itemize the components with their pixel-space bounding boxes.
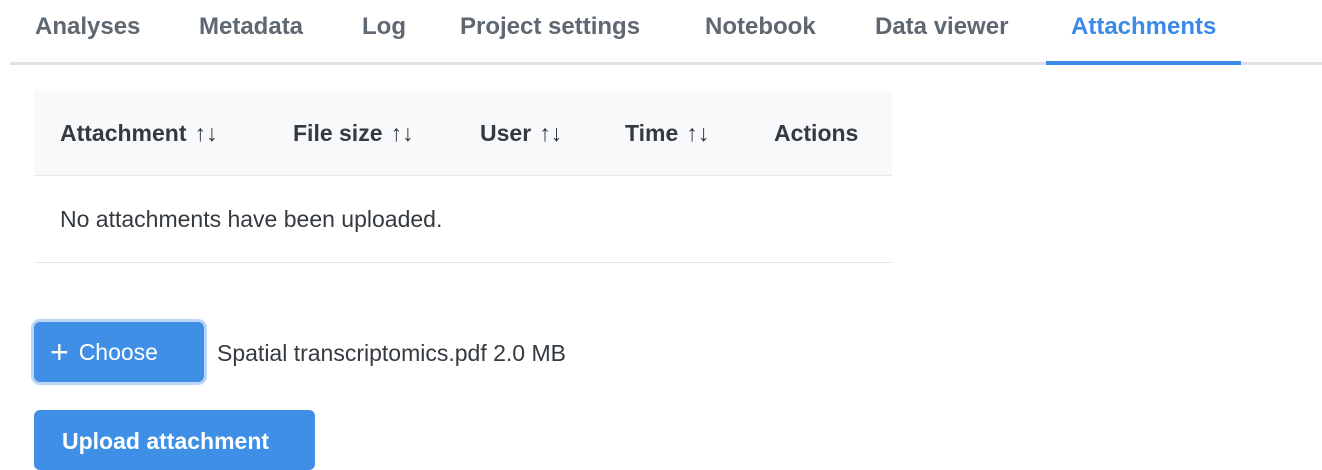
column-header-user[interactable]: User ↑↓ <box>480 120 562 147</box>
column-header-label: Time <box>625 120 679 146</box>
tab-project-settings[interactable]: Project settings <box>460 0 640 66</box>
column-header-label: Actions <box>774 120 859 146</box>
choose-file-button[interactable]: + Choose <box>34 322 204 382</box>
column-header-time[interactable]: Time ↑↓ <box>625 120 709 147</box>
plus-icon: + <box>50 334 69 370</box>
column-header-label: User <box>480 120 532 146</box>
selected-file-info: Spatial transcriptomics.pdf 2.0 MB <box>217 340 566 366</box>
column-header-label: Attachment <box>60 120 187 146</box>
column-header-actions: Actions <box>774 120 858 147</box>
tab-metadata[interactable]: Metadata <box>199 0 303 66</box>
column-header-file-size[interactable]: File size ↑↓ <box>293 120 413 147</box>
tab-attachments[interactable]: Attachments <box>1045 0 1242 66</box>
sort-icon[interactable]: ↑↓ <box>195 120 218 147</box>
upload-attachment-button[interactable]: Upload attachment <box>34 410 315 470</box>
sort-icon[interactable]: ↑↓ <box>390 120 413 147</box>
choose-file-label: Choose <box>78 338 158 365</box>
table-header: Attachment ↑↓ File size ↑↓ User ↑↓ Time ↑↓ A… <box>34 91 892 176</box>
tab-log[interactable]: Log <box>362 0 406 66</box>
tab-notebook[interactable]: Notebook <box>705 0 816 66</box>
tab-analyses[interactable]: Analyses <box>35 0 140 66</box>
sort-icon[interactable]: ↑↓ <box>686 120 709 147</box>
tab-bar: Analyses Metadata Log Project settings N… <box>0 0 1322 66</box>
attachments-table: Attachment ↑↓ File size ↑↓ User ↑↓ Time ↑↓ A… <box>34 91 892 263</box>
column-header-label: File size <box>293 120 383 146</box>
sort-icon[interactable]: ↑↓ <box>539 120 562 147</box>
tab-data-viewer[interactable]: Data viewer <box>875 0 1008 66</box>
column-header-attachment[interactable]: Attachment ↑↓ <box>60 120 218 147</box>
empty-message: No attachments have been uploaded. <box>60 206 443 232</box>
table-row: No attachments have been uploaded. <box>34 176 892 263</box>
